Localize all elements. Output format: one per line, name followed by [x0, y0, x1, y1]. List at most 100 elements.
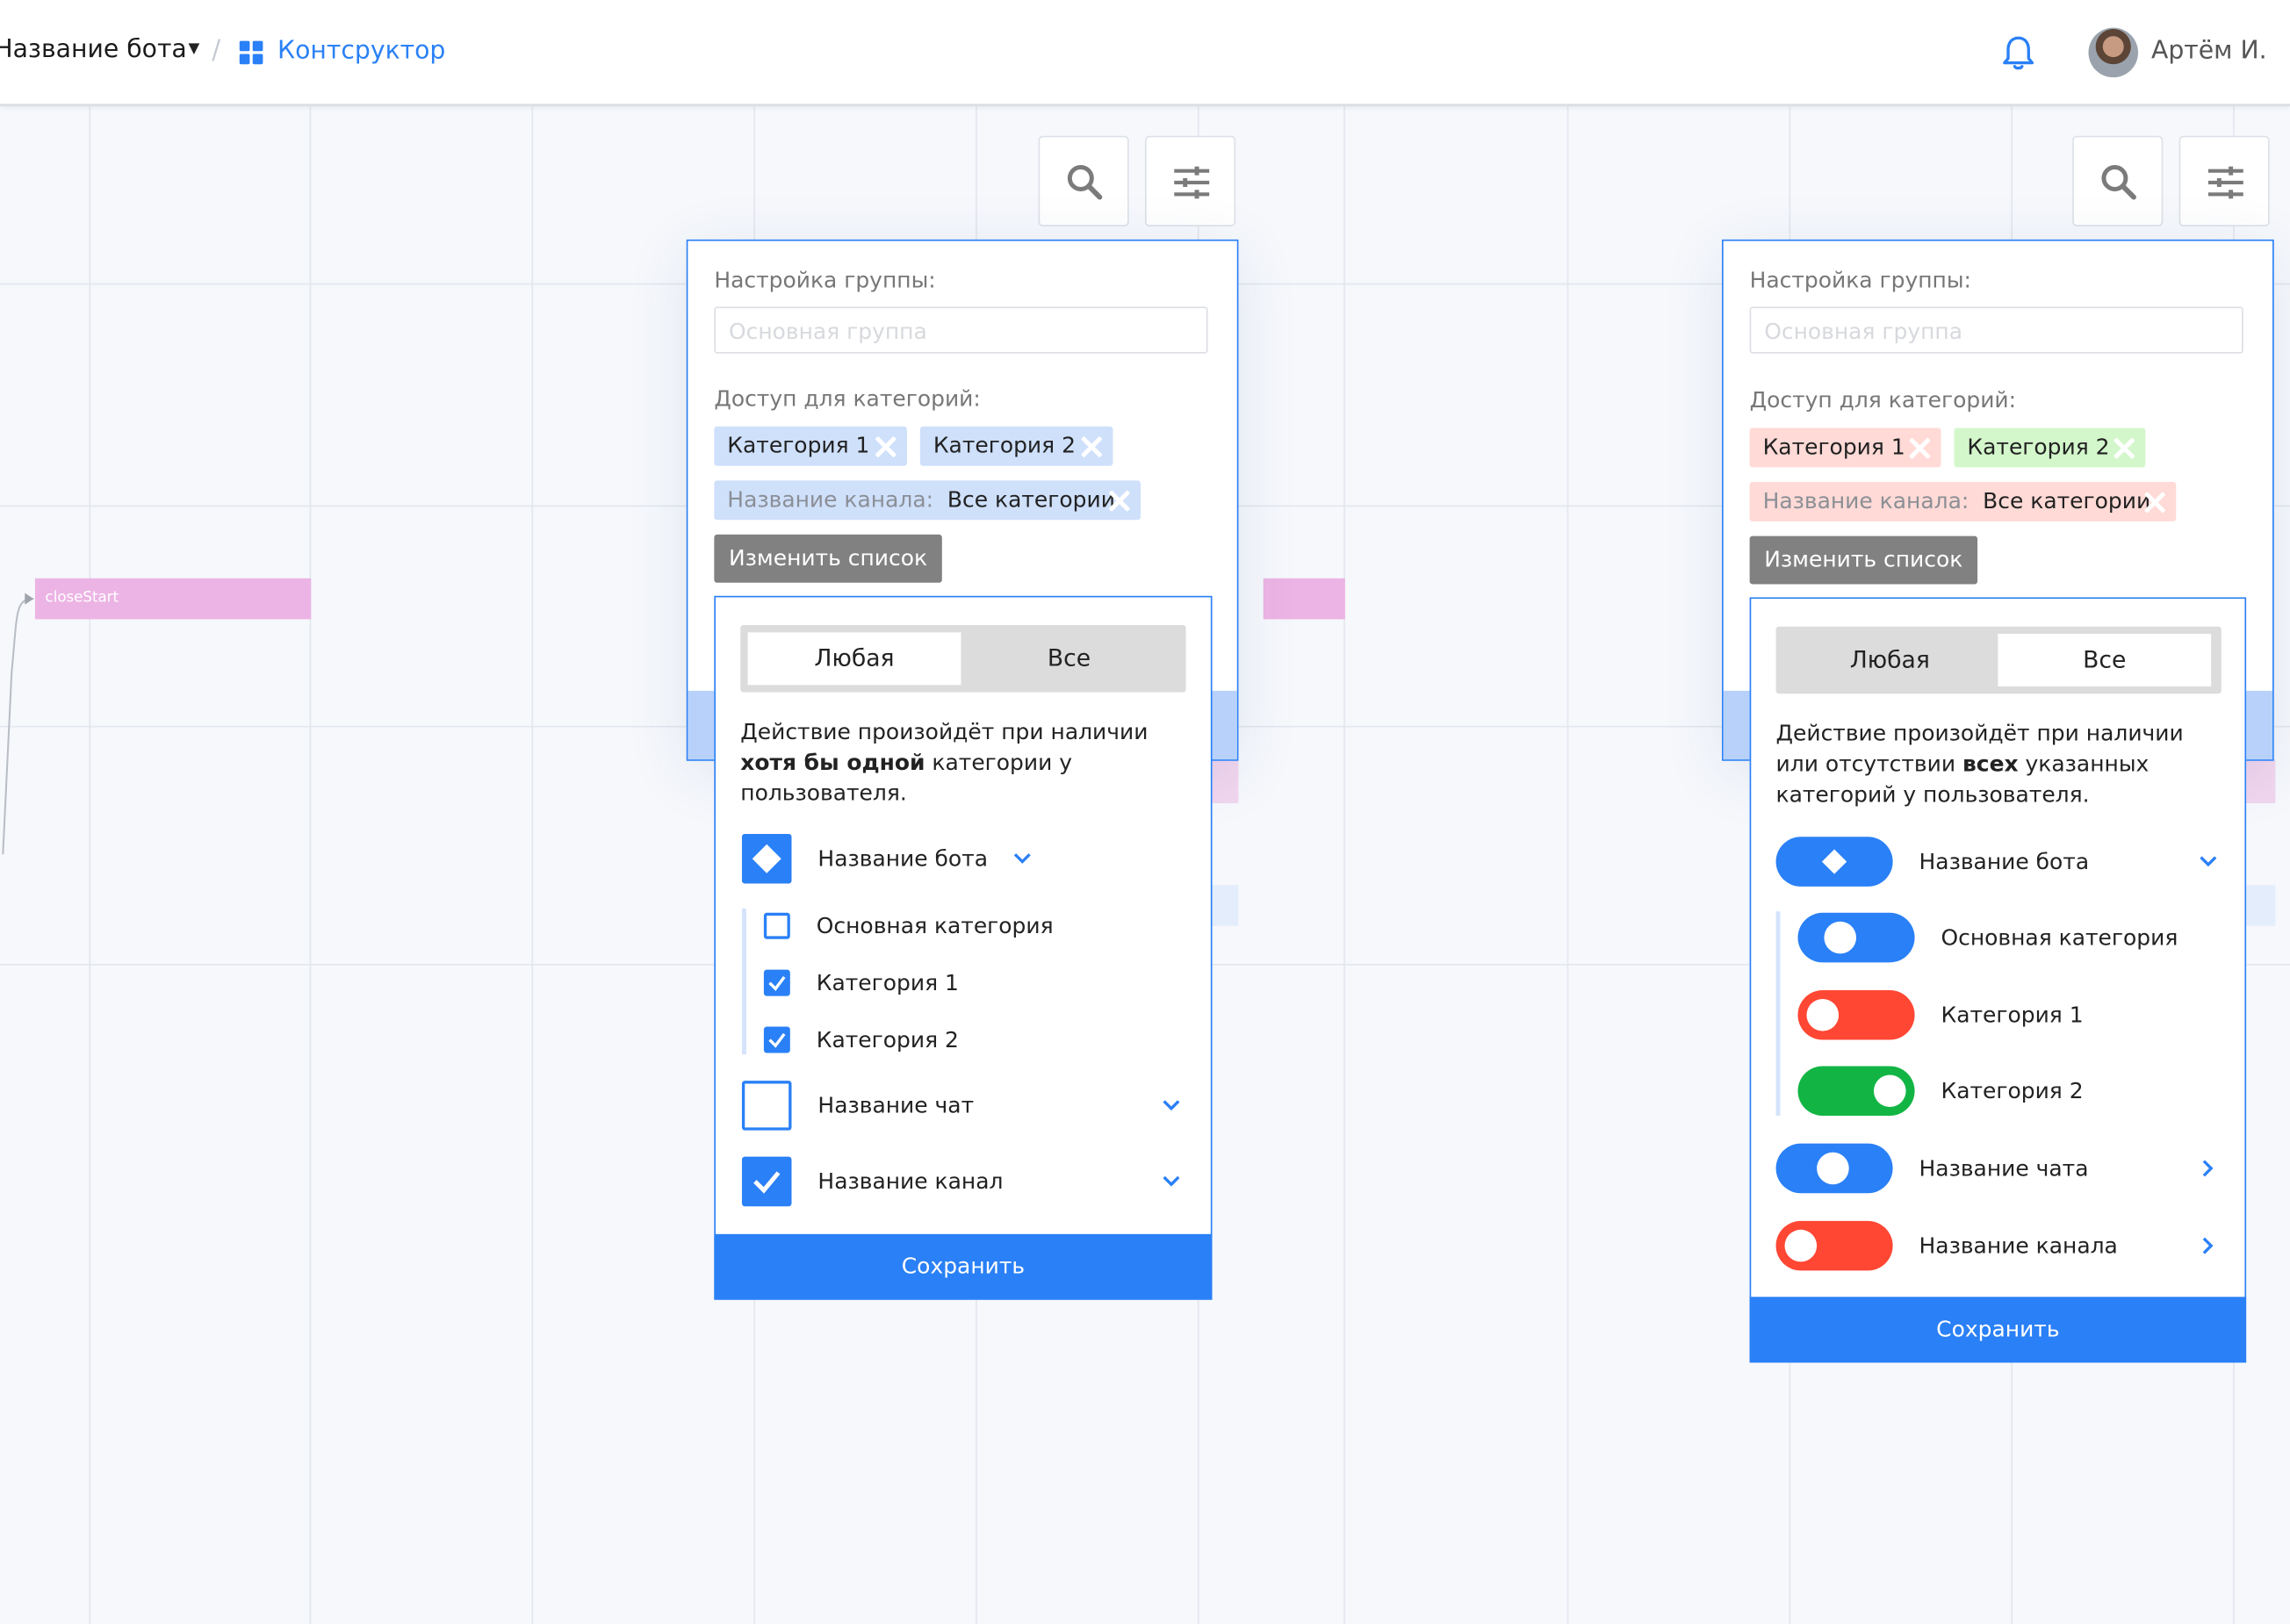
grid-line: [89, 104, 91, 1624]
toggle-knob: [1817, 1152, 1849, 1185]
chip-label: Категория 2: [933, 432, 1076, 459]
description: Действие произойдёт при наличии хотя бы …: [740, 718, 1149, 807]
check-icon: [768, 1032, 786, 1048]
category-chip[interactable]: Категория 1: [1749, 428, 1941, 468]
segment-all[interactable]: Все: [1998, 634, 2212, 686]
remove-chip-icon[interactable]: [2144, 491, 2166, 513]
bot-selector[interactable]: Название бота: [0, 35, 187, 64]
category-chip[interactable]: Категория 2: [919, 426, 1113, 466]
connector-line: [2, 593, 34, 855]
diamond-icon: [752, 844, 781, 873]
filter-settings-button[interactable]: [2178, 135, 2270, 226]
app-frame: closeStart Название бота ▼ / Контсруктор…: [0, 0, 2290, 1624]
canvas-node[interactable]: closeStart: [34, 578, 312, 620]
category-checkbox[interactable]: [763, 969, 790, 996]
search-icon: [2101, 164, 2136, 200]
segment-all[interactable]: Все: [962, 632, 1176, 685]
canvas-node: [2246, 759, 2276, 804]
toggle-knob: [1824, 921, 1857, 954]
item-label: Категория 2: [1941, 1077, 2084, 1104]
segment-any[interactable]: Любая: [1783, 634, 1997, 686]
chat-checkbox[interactable]: [741, 1081, 792, 1131]
chip-label: Категория 1: [727, 432, 870, 459]
grid-line: [531, 104, 534, 1624]
channel-toggle[interactable]: [1775, 1220, 1893, 1271]
category-checkbox[interactable]: [763, 1026, 790, 1053]
panel-title: Настройка группы:: [714, 267, 936, 294]
top-header: Название бота ▼ / Контсруктор Артём И.: [0, 0, 2290, 107]
toggle-knob: [1784, 1229, 1818, 1262]
node-label: closeStart: [45, 590, 119, 607]
chat-toggle[interactable]: [1775, 1143, 1893, 1194]
category-toggle[interactable]: [1797, 1066, 1915, 1117]
canvas-node[interactable]: [1263, 578, 1345, 620]
group-name-input[interactable]: Основная группа: [1749, 306, 2243, 354]
save-button[interactable]: Сохранить: [1749, 1297, 2247, 1363]
search-button[interactable]: [1038, 135, 1129, 226]
match-mode-segment: Любая Все: [740, 625, 1186, 693]
avatar[interactable]: [2088, 27, 2139, 78]
channel-chip[interactable]: Название канала: Все категории: [714, 480, 1141, 521]
description: Действие произойдёт при наличии или отсу…: [1775, 720, 2184, 808]
change-list-button[interactable]: Изменить список: [714, 534, 942, 583]
chevron-down-icon[interactable]: [2198, 854, 2218, 869]
access-label: Доступ для категорий:: [714, 385, 981, 413]
item-label: Категория 1: [816, 969, 959, 996]
item-label: Категория 1: [1941, 1002, 2084, 1029]
panel-title: Настройка группы:: [1749, 267, 1971, 294]
channel-chip[interactable]: Название канала: Все категории: [1749, 482, 2177, 521]
bell-icon[interactable]: [2001, 33, 2036, 71]
search-button[interactable]: [2072, 135, 2164, 226]
chevron-down-icon[interactable]: [1161, 1098, 1181, 1113]
toggle-knob: [1873, 1074, 1906, 1108]
category-chip[interactable]: Категория 1: [714, 426, 907, 466]
chevron-down-icon[interactable]: [1012, 852, 1033, 866]
category-chip[interactable]: Категория 2: [1954, 428, 2146, 468]
sliders-icon: [1174, 166, 1210, 199]
filter-settings-button[interactable]: [1145, 135, 1236, 226]
segment-any[interactable]: Любая: [747, 632, 961, 686]
diamond-icon: [1821, 849, 1847, 874]
item-label: Название канал: [817, 1168, 1004, 1195]
grid-line: [309, 104, 312, 1624]
remove-chip-icon[interactable]: [2114, 436, 2135, 458]
category-toggle[interactable]: [1797, 989, 1915, 1040]
chevron-right-icon[interactable]: [2201, 1235, 2216, 1255]
save-button[interactable]: Сохранить: [714, 1233, 1213, 1300]
remove-chip-icon[interactable]: [875, 435, 897, 457]
chip-key: Название канала:: [1762, 487, 1970, 514]
canvas-node: [2246, 885, 2276, 926]
caret-down-icon[interactable]: ▼: [189, 41, 200, 57]
chip-key: Название канала:: [727, 486, 934, 513]
category-dropdown: Любая Все Действие произойдёт при наличи…: [1749, 597, 2247, 1363]
grid-line: [1343, 104, 1345, 1624]
item-label: Основная категория: [816, 912, 1054, 939]
canvas-node: [1212, 759, 1239, 804]
group-name-input[interactable]: Основная группа: [714, 306, 1208, 354]
remove-chip-icon[interactable]: [1081, 435, 1103, 457]
search-icon: [1067, 164, 1103, 200]
chip-label: Категория 1: [1762, 434, 1905, 461]
chevron-down-icon[interactable]: [1161, 1175, 1181, 1189]
remove-chip-icon[interactable]: [1909, 436, 1931, 458]
match-mode-segment: Любая Все: [1775, 626, 2222, 694]
chip-value: Все категории: [947, 486, 1115, 513]
item-label: Название бота: [817, 845, 989, 873]
item-label: Название канала: [1919, 1232, 2118, 1260]
grid-line: [1566, 104, 1569, 1624]
category-checkbox[interactable]: [763, 912, 790, 939]
tree-line: [741, 908, 746, 1055]
category-toggle[interactable]: [1797, 912, 1915, 963]
channel-checkbox[interactable]: [741, 1156, 792, 1207]
user-name[interactable]: Артём И.: [2151, 37, 2267, 66]
toggle-knob: [1806, 998, 1840, 1031]
bot-checkbox[interactable]: [741, 833, 792, 884]
remove-chip-icon[interactable]: [1108, 489, 1130, 511]
change-list-button[interactable]: Изменить список: [1749, 535, 1977, 585]
sliders-icon: [2207, 166, 2243, 199]
check-icon: [753, 1171, 781, 1194]
chevron-right-icon[interactable]: [2201, 1158, 2216, 1178]
breadcrumb-constructor[interactable]: Контсруктор: [277, 37, 445, 66]
bot-toggle[interactable]: [1775, 837, 1893, 887]
item-label: Название чата: [1919, 1154, 2089, 1182]
